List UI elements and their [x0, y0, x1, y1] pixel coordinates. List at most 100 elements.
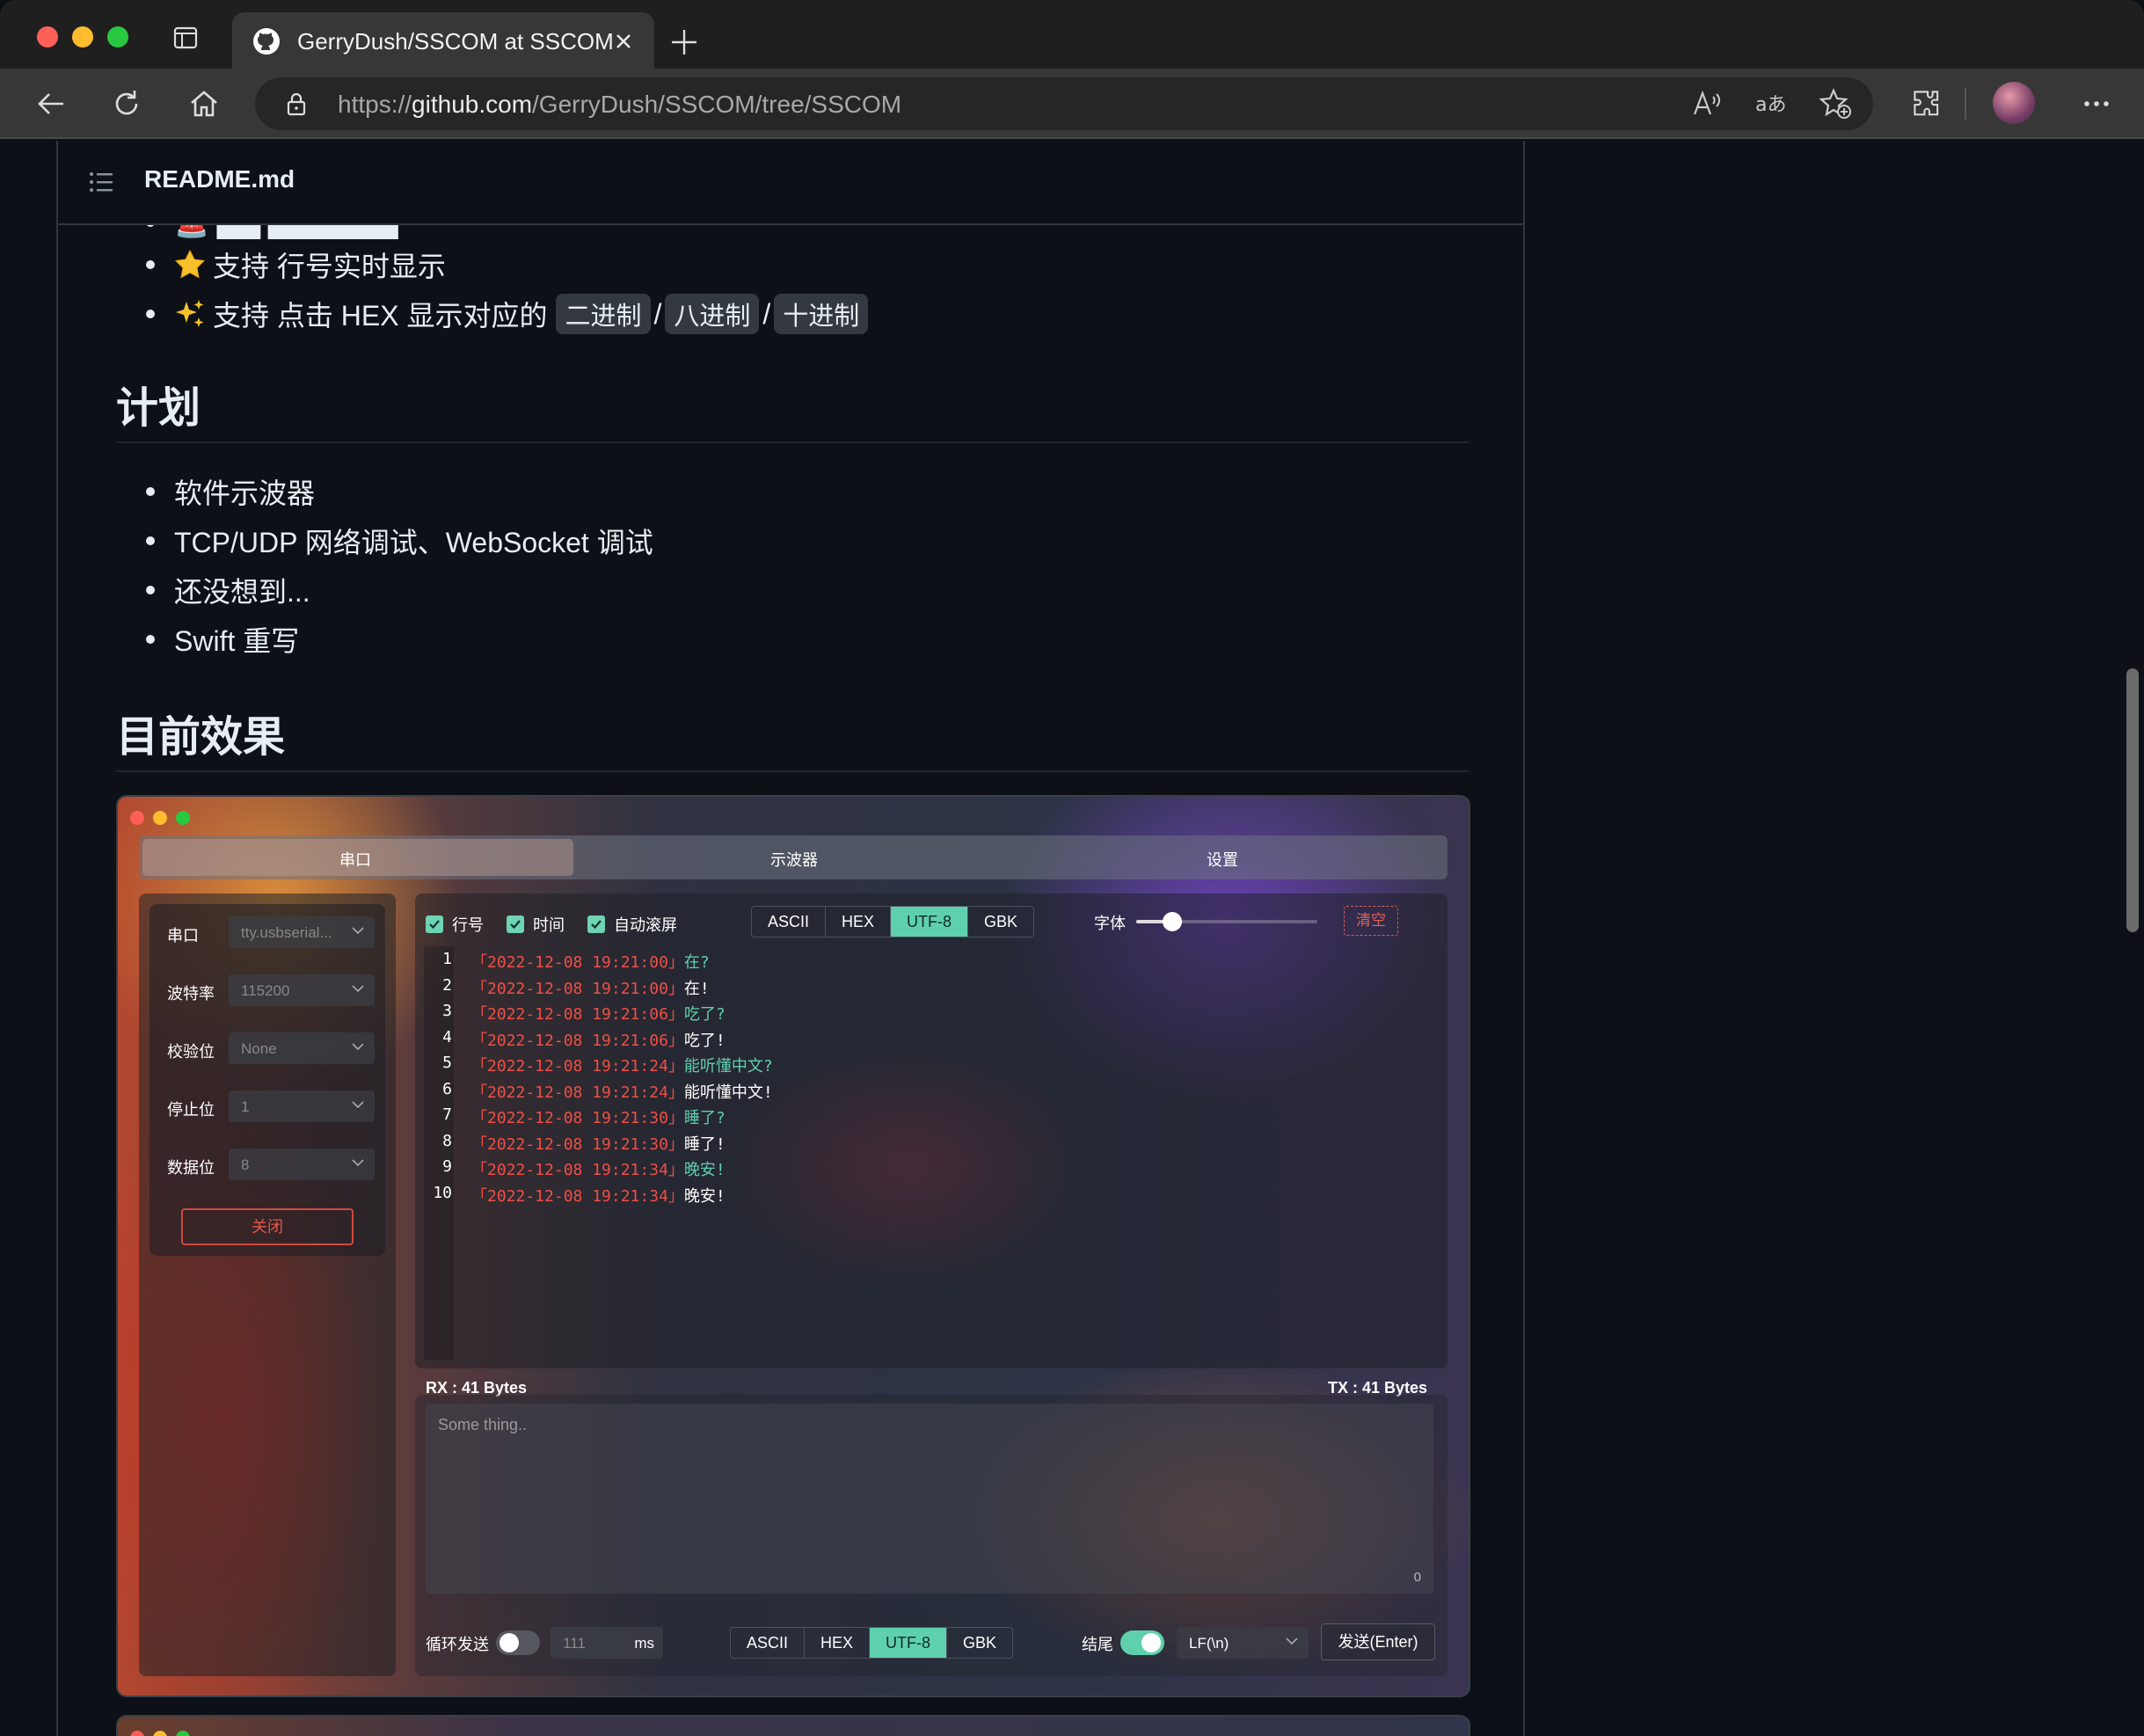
send-button[interactable]: 发送(Enter): [1321, 1623, 1435, 1660]
log-line[interactable]: 「2022-12-08 19:21:34」晚安!: [471, 1184, 726, 1207]
encoding-gbk[interactable]: GBK: [947, 1628, 1012, 1658]
send-input[interactable]: Some thing.. 0: [426, 1404, 1433, 1594]
receive-encoding-segment: ASCII HEX UTF-8 GBK: [751, 906, 1035, 937]
outline-icon[interactable]: [88, 169, 114, 195]
log-line[interactable]: 「2022-12-08 19:21:00」在!: [471, 976, 710, 999]
toggle-knob: [1141, 1633, 1161, 1652]
encoding-utf8[interactable]: UTF-8: [870, 1628, 948, 1658]
check-icon: [587, 915, 605, 933]
encoding-hex[interactable]: HEX: [826, 907, 892, 937]
chevron-down-icon: [352, 1158, 364, 1167]
log-message: 能听懂中文?: [683, 1057, 773, 1076]
field-label: 停止位: [167, 1101, 215, 1119]
font-label: 字体: [1094, 915, 1126, 932]
port-select[interactable]: tty.usbserial...: [229, 916, 375, 948]
parity-select[interactable]: None: [229, 1032, 375, 1064]
encoding-ascii[interactable]: ASCII: [731, 1628, 806, 1658]
page-scrollbar[interactable]: [2126, 668, 2139, 932]
effect-heading: 目前效果: [116, 714, 286, 761]
line-ending-select[interactable]: LF(\n): [1177, 1627, 1309, 1659]
log-line[interactable]: 「2022-12-08 19:21:34」晚安!: [471, 1157, 726, 1180]
heading-divider: [116, 441, 1469, 443]
tab-settings[interactable]: 设置: [1207, 848, 1238, 871]
interval-value: 111: [563, 1635, 586, 1652]
send-placeholder: Some thing..: [438, 1416, 528, 1433]
tab-actions-icon[interactable]: [172, 25, 209, 62]
log-line[interactable]: 「2022-12-08 19:21:00」在?: [471, 950, 710, 973]
baud-rate-select[interactable]: 115200: [229, 974, 375, 1006]
profile-avatar[interactable]: [1993, 82, 2035, 124]
clear-button[interactable]: 清空: [1344, 906, 1398, 936]
add-favorite-icon[interactable]: [1819, 88, 1852, 120]
new-tab-icon[interactable]: [668, 26, 700, 58]
tab-bar: GerryDush/SSCOM at SSCOM: [0, 0, 2144, 70]
close-port-button[interactable]: 关闭: [181, 1208, 354, 1245]
back-icon[interactable]: [33, 86, 69, 121]
app-screenshot-2: [116, 1715, 1470, 1736]
log-message: 睡了?: [683, 1109, 726, 1127]
close-tab-icon[interactable]: [612, 30, 635, 53]
close-window-button[interactable]: [37, 26, 58, 47]
log-message: 在!: [683, 979, 710, 998]
zoom-window-button[interactable]: [107, 26, 128, 47]
app-tab-control: 串口 示波器 设置: [139, 835, 1448, 879]
address-bar[interactable]: https://github.com/GerryDush/SSCOM/tree/…: [255, 77, 1873, 130]
home-icon[interactable]: [186, 86, 222, 121]
feature-item-cut: 🚨 ▆▆ ▆▆▆▆▆▆: [146, 225, 398, 239]
interval-input[interactable]: 111 ms: [551, 1627, 663, 1659]
loop-send-toggle[interactable]: [496, 1630, 540, 1655]
code-decimal: 十进制: [774, 294, 869, 334]
read-aloud-icon[interactable]: [1692, 90, 1724, 118]
log-line-number: 7: [442, 1105, 452, 1124]
check-icon: [426, 915, 443, 933]
log-line-number: 10: [433, 1183, 452, 1202]
log-line-number: 3: [442, 1002, 452, 1020]
encoding-gbk[interactable]: GBK: [968, 907, 1033, 937]
font-size-slider-knob[interactable]: [1163, 912, 1183, 931]
field-label: 校验位: [167, 1043, 215, 1061]
toggle-knob: [500, 1633, 519, 1652]
log-message: 吃了!: [683, 1031, 726, 1050]
translate-icon[interactable]: aあ: [1754, 90, 1789, 118]
tab-title: GerryDush/SSCOM at SSCOM: [297, 28, 614, 55]
lock-icon[interactable]: [283, 91, 310, 117]
line-number-checkbox[interactable]: 行号: [426, 913, 484, 936]
log-timestamp: 「2022-12-08 19:21:34」: [471, 1186, 684, 1206]
encoding-hex[interactable]: HEX: [805, 1628, 871, 1658]
log-message: 能听懂中文!: [683, 1083, 773, 1102]
extensions-icon[interactable]: [1908, 86, 1943, 121]
log-line[interactable]: 「2022-12-08 19:21:30」睡了!: [471, 1132, 726, 1155]
url-text: https://github.com/GerryDush/SSCOM/tree/…: [338, 91, 902, 118]
encoding-utf8[interactable]: UTF-8: [891, 907, 969, 937]
minimize-window-button[interactable]: [72, 26, 93, 47]
log-line[interactable]: 「2022-12-08 19:21:24」能听懂中文!: [471, 1080, 773, 1103]
log-message: 在?: [683, 953, 710, 972]
svg-text:aあ: aあ: [1755, 94, 1786, 116]
browser-tab[interactable]: GerryDush/SSCOM at SSCOM: [232, 12, 654, 70]
auto-scroll-checkbox[interactable]: 自动滚屏: [587, 913, 677, 936]
char-count: 0: [1413, 1570, 1421, 1585]
log-timestamp: 「2022-12-08 19:21:00」: [471, 953, 684, 972]
refresh-icon[interactable]: [109, 86, 144, 121]
log-timestamp: 「2022-12-08 19:21:34」: [471, 1161, 684, 1179]
github-icon: [252, 26, 281, 56]
line-ending-toggle[interactable]: [1120, 1630, 1164, 1655]
log-line[interactable]: 「2022-12-08 19:21:24」能听懂中文?: [471, 1054, 773, 1076]
chevron-down-icon: [352, 926, 364, 935]
log-line[interactable]: 「2022-12-08 19:21:06」吃了!: [471, 1028, 726, 1051]
stop-bits-select[interactable]: 1: [229, 1090, 375, 1122]
log-timestamp: 「2022-12-08 19:21:06」: [471, 1031, 684, 1050]
plan-heading: 计划: [116, 385, 201, 432]
log-line[interactable]: 「2022-12-08 19:21:30」睡了?: [471, 1105, 726, 1128]
tab-oscilloscope[interactable]: 示波器: [770, 848, 818, 871]
time-checkbox[interactable]: 时间: [507, 913, 565, 936]
navigation-bar: https://github.com/GerryDush/SSCOM/tree/…: [0, 69, 2144, 139]
tab-serial[interactable]: 串口: [339, 848, 371, 871]
send-encoding-segment: ASCII HEX UTF-8 GBK: [730, 1627, 1014, 1659]
plan-item: 软件示波器: [146, 471, 315, 512]
data-bits-select[interactable]: 8: [229, 1149, 375, 1180]
encoding-ascii[interactable]: ASCII: [752, 907, 827, 937]
more-icon[interactable]: [2079, 86, 2114, 121]
log-line[interactable]: 「2022-12-08 19:21:06」吃了?: [471, 1002, 726, 1025]
font-size-slider[interactable]: [1136, 912, 1317, 931]
